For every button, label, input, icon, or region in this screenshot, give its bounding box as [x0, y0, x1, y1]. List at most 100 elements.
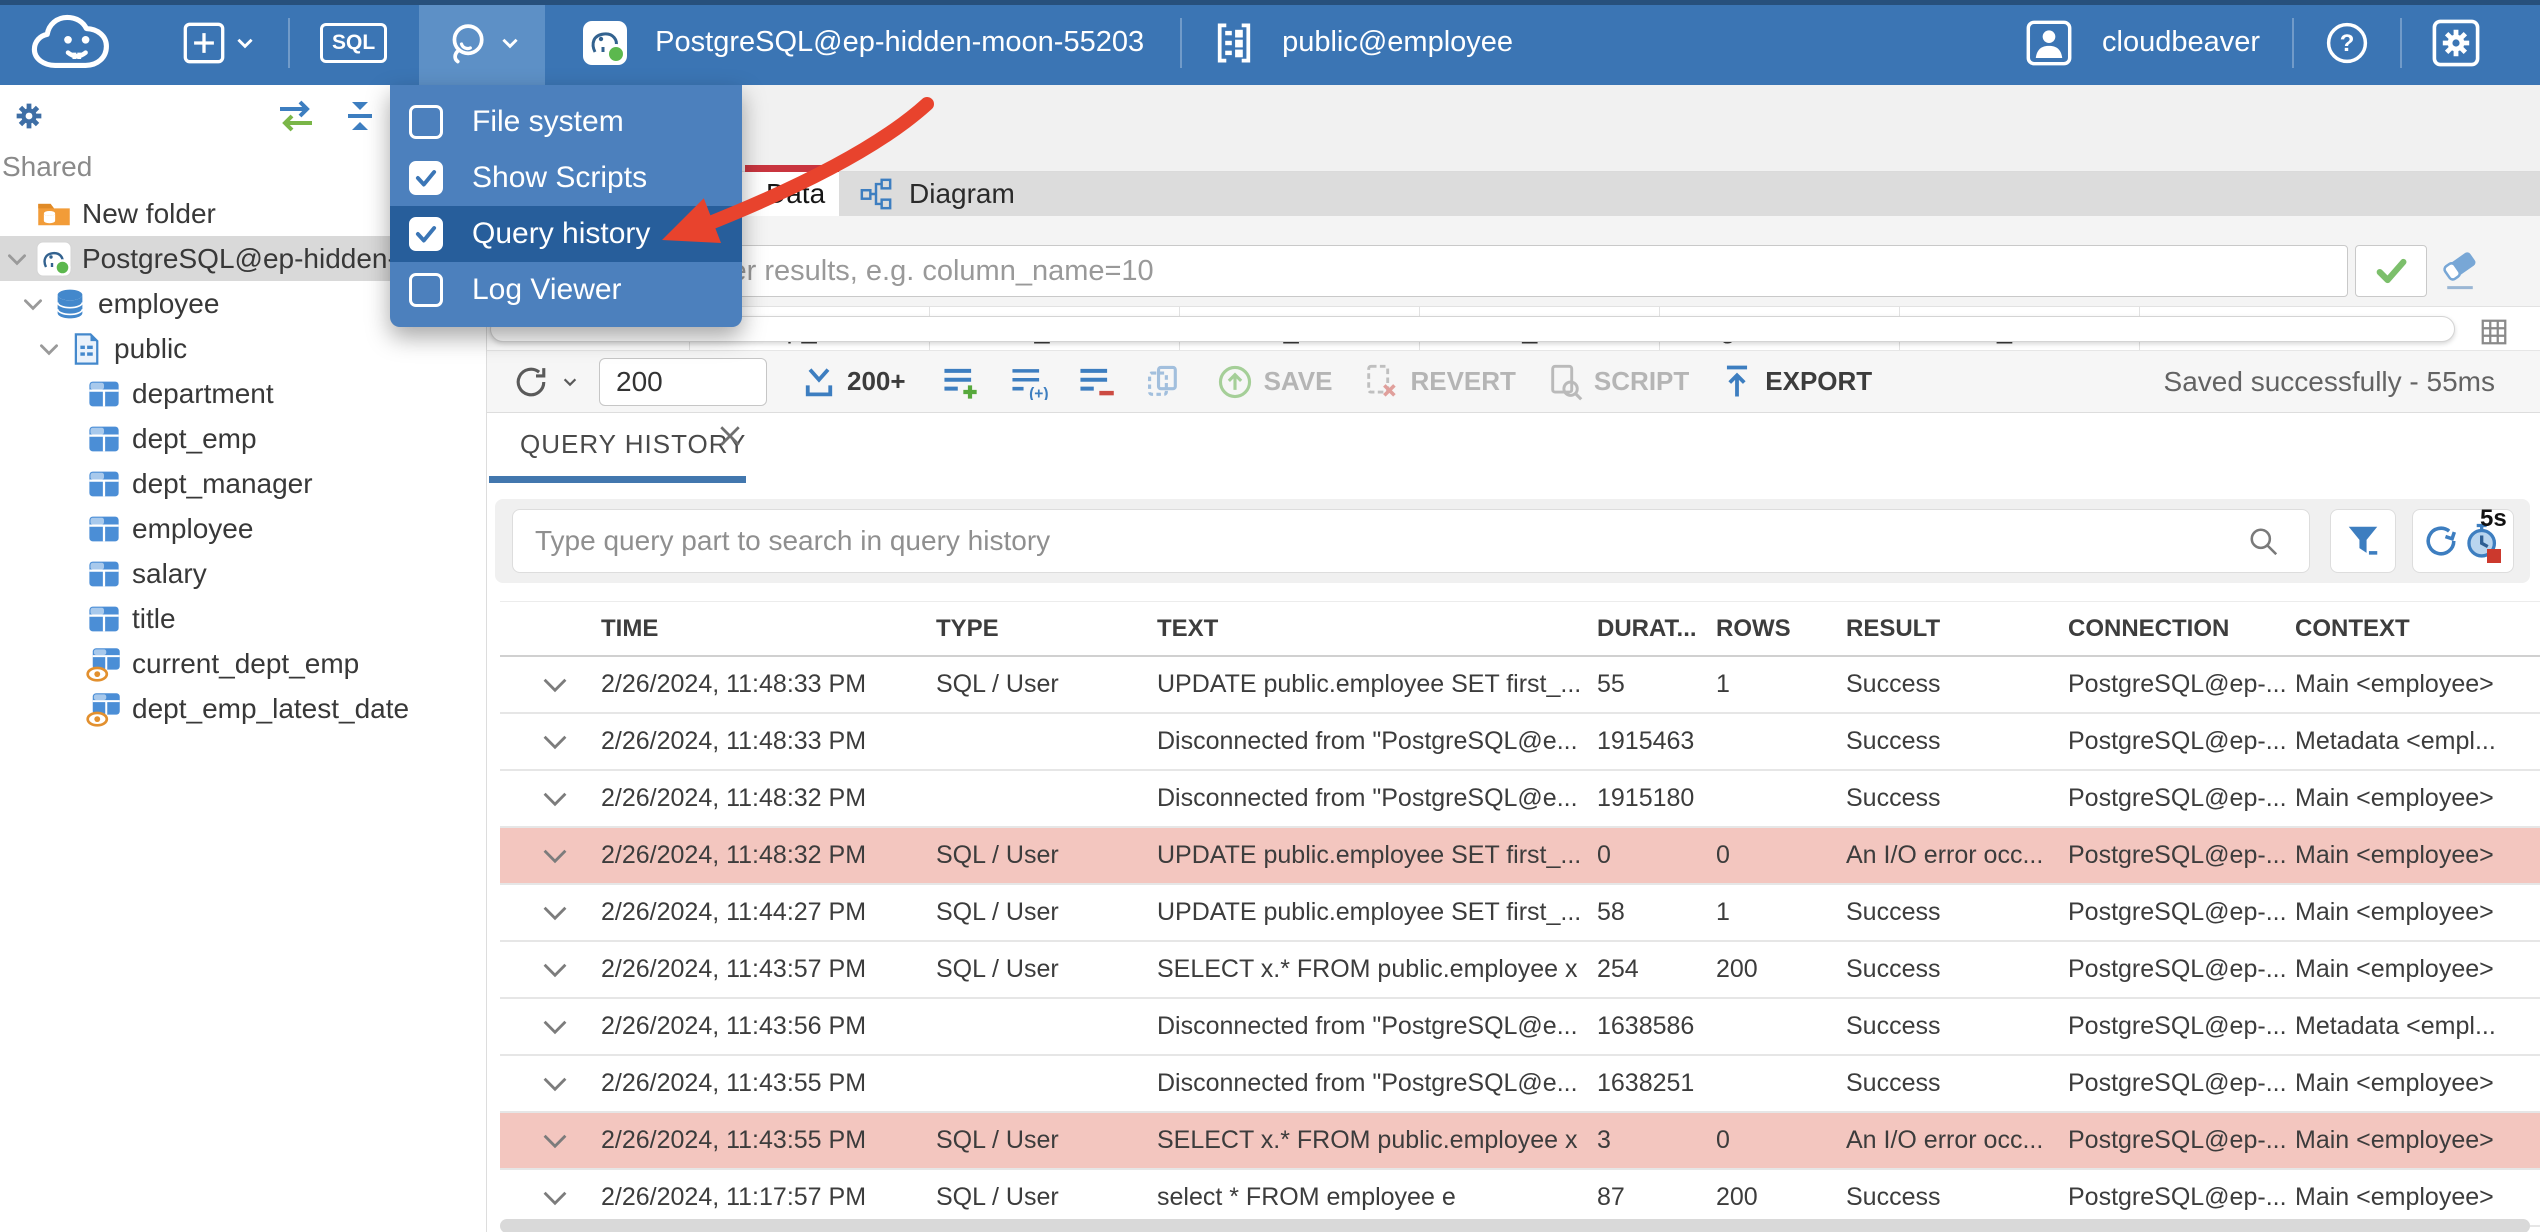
- query-history-row[interactable]: 2/26/2024, 11:48:33 PM Disconnected from …: [500, 714, 2540, 771]
- tree-item-department[interactable]: department: [0, 371, 486, 416]
- sync-connection-icon[interactable]: [274, 98, 318, 134]
- history-horizontal-scrollbar[interactable]: [500, 1219, 2530, 1232]
- query-history-row[interactable]: 2/26/2024, 11:48:32 PM SQL / User UPDATE p…: [500, 828, 2540, 885]
- menu-item-file-system[interactable]: File system: [390, 94, 742, 150]
- query-history-row[interactable]: 2/26/2024, 11:43:56 PM Disconnected from …: [500, 999, 2540, 1056]
- sidebar-settings-gear-icon[interactable]: [10, 97, 48, 135]
- expand-row-chevron-icon[interactable]: [500, 1128, 601, 1154]
- unchecked-checkbox[interactable]: [409, 105, 443, 139]
- filter-expression-input[interactable]: [500, 245, 2348, 297]
- settings-button[interactable]: [2426, 18, 2486, 68]
- cell-context: Main <employee>: [2295, 955, 2494, 983]
- checked-checkbox[interactable]: [409, 217, 443, 251]
- refresh-button[interactable]: [511, 362, 579, 402]
- result-set-toolbar: 200+ (+) SAVE: [487, 350, 2540, 412]
- cell-type: SQL / User: [936, 955, 1059, 983]
- user-menu-button[interactable]: cloudbeaver: [2020, 19, 2266, 67]
- query-history-row[interactable]: 2/26/2024, 11:43:57 PM SQL / User SELECT x…: [500, 942, 2540, 999]
- expand-row-chevron-icon[interactable]: [500, 729, 601, 755]
- unchecked-checkbox[interactable]: [409, 273, 443, 307]
- cell-context: Main <employee>: [2295, 670, 2494, 698]
- cell-result: An I/O error occ...: [1846, 841, 2044, 869]
- tree-item-dept-manager[interactable]: dept_manager: [0, 461, 486, 506]
- window-top-edge: [0, 0, 2540, 5]
- duplicate-row-button[interactable]: (+): [1008, 364, 1048, 400]
- tree-item-dept-emp[interactable]: dept_emp: [0, 416, 486, 461]
- history-filter-button[interactable]: [2330, 509, 2396, 573]
- eraser-icon[interactable]: [2437, 249, 2483, 293]
- tools-menu-button[interactable]: [419, 0, 546, 85]
- query-history-row[interactable]: 2/26/2024, 11:43:55 PM SQL / User SELECT x…: [500, 1113, 2540, 1170]
- header-type[interactable]: TYPE: [936, 615, 1157, 643]
- query-history-tab[interactable]: QUERY HISTORY: [520, 429, 746, 460]
- chevron-down-icon[interactable]: [4, 247, 36, 271]
- grid-corner-icon[interactable]: [2479, 317, 2509, 347]
- menu-item-show-scripts[interactable]: Show Scripts: [390, 150, 742, 206]
- fetch-more-rows-button[interactable]: 200+: [801, 364, 906, 400]
- header-text[interactable]: TEXT: [1157, 615, 1597, 643]
- query-history-row[interactable]: 2/26/2024, 11:44:27 PM SQL / User UPDATE p…: [500, 885, 2540, 942]
- header-duration[interactable]: DURAT...: [1597, 615, 1716, 643]
- sql-editor-button[interactable]: SQL: [314, 22, 393, 64]
- query-history-search-input[interactable]: [512, 509, 2310, 573]
- menu-item-query-history[interactable]: Query history: [390, 206, 742, 262]
- schema-name: public@employee: [1282, 26, 1514, 58]
- delete-row-button[interactable]: [1076, 364, 1116, 400]
- expand-row-chevron-icon[interactable]: [500, 672, 601, 698]
- row-limit-input[interactable]: [599, 357, 767, 406]
- query-history-row[interactable]: 2/26/2024, 11:48:33 PM SQL / User UPDATE p…: [500, 657, 2540, 714]
- collapse-all-icon[interactable]: [340, 98, 380, 134]
- tree-item-employee[interactable]: employee: [0, 506, 486, 551]
- cell-result: Success: [1846, 784, 1941, 812]
- table-icon: [86, 601, 122, 637]
- tree-item-salary[interactable]: salary: [0, 551, 486, 596]
- apply-filter-button[interactable]: [2355, 245, 2427, 297]
- table-icon: [86, 376, 122, 412]
- script-button[interactable]: SCRIPT: [1546, 363, 1689, 401]
- add-row-button[interactable]: [940, 364, 980, 400]
- grid-horizontal-scrollbar[interactable]: [490, 316, 2455, 342]
- new-connection-button[interactable]: [176, 20, 262, 66]
- connection-selector[interactable]: PostgreSQL@ep-hidden-moon-55203: [575, 18, 1150, 68]
- header-result[interactable]: RESULT: [1846, 615, 2068, 643]
- chevron-down-icon[interactable]: [36, 337, 68, 361]
- chevron-down-icon[interactable]: [20, 292, 52, 316]
- expand-row-chevron-icon[interactable]: [500, 1185, 601, 1211]
- apply-changes-script-button[interactable]: [1144, 363, 1182, 401]
- revert-label: REVERT: [1410, 366, 1516, 396]
- close-icon[interactable]: [715, 421, 745, 451]
- tab-diagram[interactable]: Diagram: [845, 172, 1015, 216]
- expand-row-chevron-icon[interactable]: [500, 900, 601, 926]
- expand-row-chevron-icon[interactable]: [500, 786, 601, 812]
- tree-item-title[interactable]: title: [0, 596, 486, 641]
- tree-item-public[interactable]: public: [0, 326, 486, 371]
- revert-button[interactable]: REVERT: [1362, 363, 1516, 401]
- tree-item-current-dept-emp[interactable]: current_dept_emp: [0, 641, 486, 686]
- header-context[interactable]: CONTEXT: [2295, 615, 2540, 643]
- header-rows[interactable]: ROWS: [1716, 615, 1846, 643]
- header-connection[interactable]: CONNECTION: [2068, 615, 2295, 643]
- save-button[interactable]: SAVE: [1216, 363, 1333, 401]
- refresh-interval-label: 5s: [2480, 505, 2507, 532]
- schema-selector[interactable]: public@employee: [1208, 20, 1519, 66]
- header-time[interactable]: TIME: [601, 615, 936, 643]
- expand-row-chevron-icon[interactable]: [500, 843, 601, 869]
- cell-type: SQL / User: [936, 841, 1059, 869]
- export-button[interactable]: EXPORT: [1719, 363, 1872, 401]
- menu-item-log-viewer[interactable]: Log Viewer: [390, 262, 742, 318]
- expand-row-chevron-icon[interactable]: [500, 957, 601, 983]
- tree-item-dept-emp-latest-date[interactable]: dept_emp_latest_date: [0, 686, 486, 731]
- cell-duration: 1638586: [1597, 1012, 1695, 1040]
- folder-database-icon: [36, 196, 72, 232]
- table-icon: [86, 421, 122, 457]
- checked-checkbox[interactable]: [409, 161, 443, 195]
- query-history-row[interactable]: 2/26/2024, 11:48:32 PM Disconnected from …: [500, 771, 2540, 828]
- help-button[interactable]: ?: [2318, 19, 2376, 67]
- refresh-icon[interactable]: [2421, 521, 2461, 561]
- expand-row-chevron-icon[interactable]: [500, 1014, 601, 1040]
- save-label: SAVE: [1263, 366, 1333, 396]
- query-history-row[interactable]: 2/26/2024, 11:43:55 PM Disconnected from …: [500, 1056, 2540, 1113]
- table-icon: [86, 466, 122, 502]
- sql-icon: SQL: [320, 22, 388, 63]
- expand-row-chevron-icon[interactable]: [500, 1071, 601, 1097]
